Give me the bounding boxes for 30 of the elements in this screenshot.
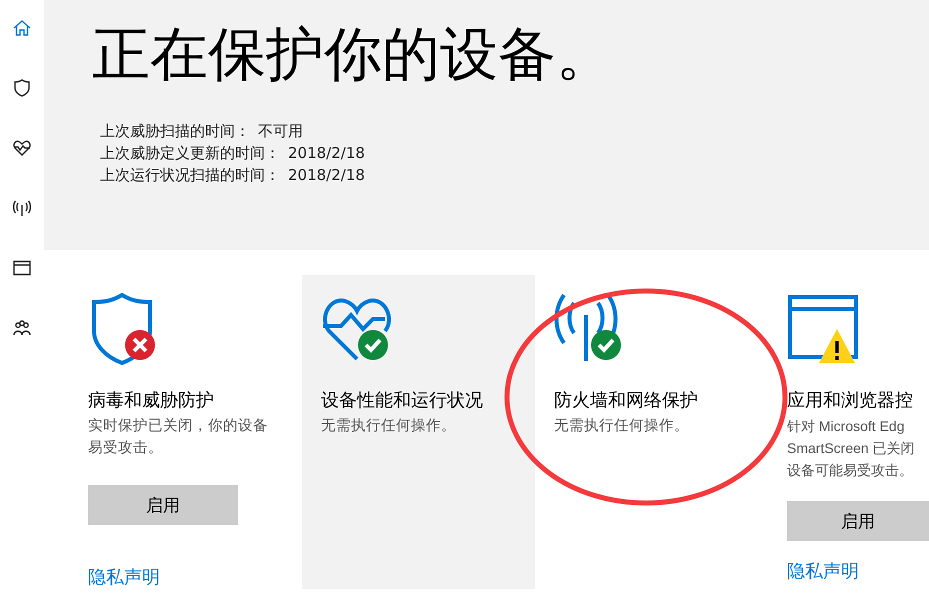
browser-window-warning-icon <box>787 293 859 365</box>
shield-icon[interactable] <box>12 78 32 98</box>
card-description: 实时保护已关闭，你的设备 易受攻击。 <box>88 416 269 458</box>
card-description: 无需执行任何操作。 <box>321 417 457 436</box>
status-card[interactable]: 设备性能和运行状况 无需执行任何操作。 <box>302 275 535 589</box>
browser-window-icon[interactable] <box>12 258 32 278</box>
status-card[interactable]: 病毒和威胁防护 实时保护已关闭，你的设备 易受攻击。 启用 隐私声明 <box>69 275 302 589</box>
status-card[interactable]: 防火墙和网络保护 无需执行任何操作。 <box>535 275 768 589</box>
card-title: 防火墙和网络保护 <box>554 389 699 413</box>
privacy-statement-link[interactable]: 隐私声明 <box>88 565 160 589</box>
info-value: 2018/2/18 <box>288 144 365 163</box>
antenna-icon[interactable] <box>12 198 32 218</box>
card-title: 病毒和威胁防护 <box>88 389 215 413</box>
card-title: 应用和浏览器控 <box>787 389 914 413</box>
enable-button[interactable]: 启用 <box>787 501 929 541</box>
status-card[interactable]: 应用和浏览器控 针对 Microsoft Edg SmartScreen 已关闭 设备可能易受攻击。 启用 隐私声明 <box>768 275 929 589</box>
info-value: 不可用 <box>258 122 303 141</box>
card-description: 针对 Microsoft Edg SmartScreen 已关闭 设备可能易受攻击。 <box>787 417 916 480</box>
card-description: 无需执行任何操作。 <box>554 417 690 436</box>
enable-button[interactable]: 启用 <box>88 485 238 525</box>
info-label: 上次运行状况扫描的时间： <box>100 166 280 185</box>
page-title: 正在保护你的设备。 <box>92 19 615 90</box>
people-icon[interactable] <box>12 318 32 338</box>
heart-pulse-icon[interactable] <box>12 138 32 158</box>
card-title: 设备性能和运行状况 <box>321 389 484 413</box>
info-label: 上次威胁定义更新的时间： <box>100 144 280 163</box>
info-value: 2018/2/18 <box>288 166 365 185</box>
privacy-statement-link[interactable]: 隐私声明 <box>787 559 859 583</box>
home-icon[interactable] <box>12 18 32 38</box>
info-label: 上次威胁扫描的时间： <box>100 122 250 141</box>
